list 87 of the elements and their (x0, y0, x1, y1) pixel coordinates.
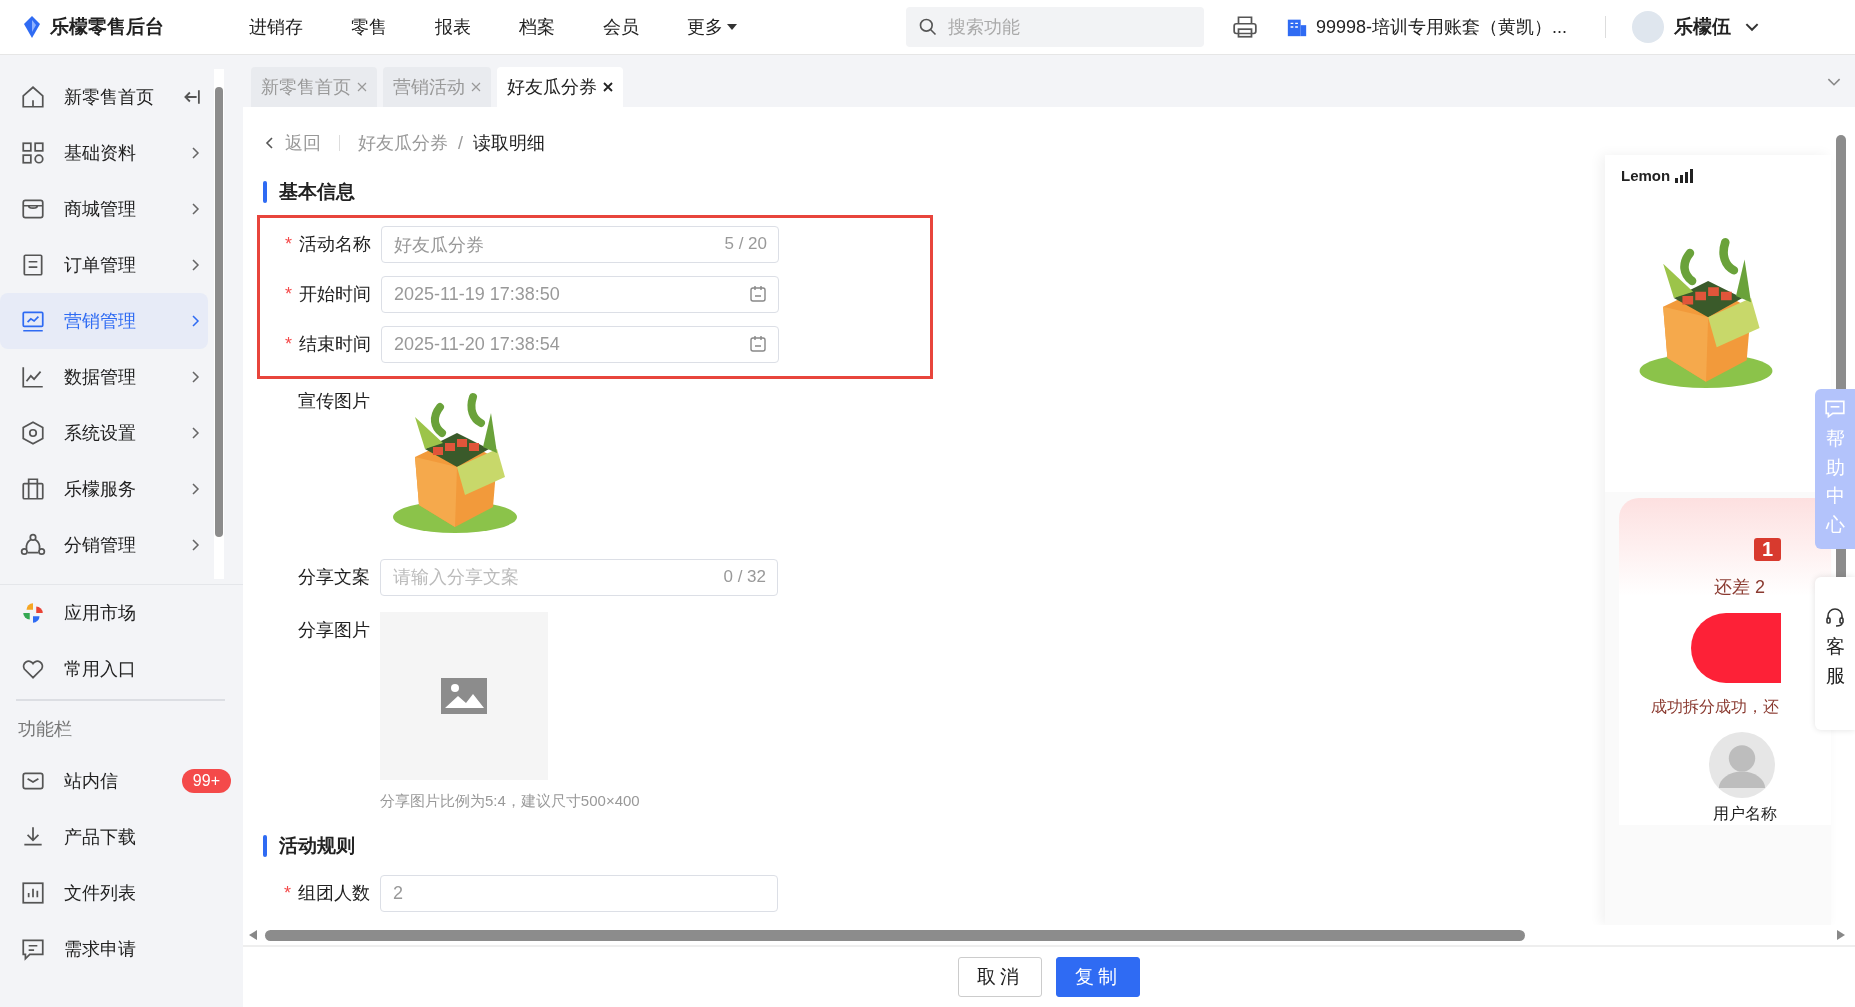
sidebar-item[interactable]: 常用入口 (0, 641, 243, 697)
brand-name: Lemon (1621, 167, 1671, 184)
nav-link[interactable]: 报表 (411, 15, 495, 39)
required-mark: * (283, 883, 291, 903)
sidebar-item[interactable]: 文件列表 (0, 865, 243, 921)
customer-service-tab[interactable]: 客服 (1815, 577, 1855, 730)
sidebar-item[interactable]: 基础资料 (0, 125, 208, 181)
field-label: 结束时间 (299, 334, 371, 354)
calendar-icon[interactable] (749, 335, 767, 353)
section-marker (263, 181, 267, 203)
calendar-icon[interactable] (749, 285, 767, 303)
character-counter: 0 / 32 (723, 567, 766, 587)
sidebar-item[interactable]: 产品下载 (0, 809, 243, 865)
sidebar-item[interactable]: 数据管理 (0, 349, 208, 405)
field-label: 活动名称 (299, 234, 371, 254)
sidebar-item[interactable]: 营销管理 (0, 293, 208, 349)
search-field[interactable]: 搜索功能 (906, 7, 1204, 47)
account-name[interactable]: 99998-培训专用账套（黄凯）... (1316, 15, 1568, 39)
nav-link[interactable]: 档案 (495, 15, 579, 39)
image-upload[interactable] (380, 612, 548, 780)
progress-text: 还差 2 (1714, 576, 1765, 599)
bar-chart-icon (20, 880, 46, 906)
monitor-icon (20, 308, 46, 334)
line-chart-icon (20, 364, 46, 390)
hint-text: 分享图片比例为5:4，建议尺寸500×400 (380, 792, 640, 811)
field-label: 开始时间 (299, 284, 371, 304)
copy-button[interactable]: 复制 (1056, 957, 1140, 997)
collapse-icon[interactable] (182, 89, 200, 105)
headset-icon (1824, 607, 1846, 627)
sidebar-item[interactable]: 系统设置 (0, 405, 208, 461)
scroll-left-icon[interactable] (249, 930, 257, 940)
breadcrumb-separator: / (458, 132, 463, 154)
chevron-left-icon (265, 137, 273, 149)
sidebar-item[interactable]: 新零售首页 (0, 69, 208, 125)
scroll-right-icon[interactable] (1837, 930, 1845, 940)
field-label: 分享图片 (298, 620, 370, 640)
sidebar-item[interactable]: 商城管理 (0, 181, 208, 237)
section-label: 功能栏 (17, 718, 73, 741)
required-mark: * (284, 234, 292, 254)
message-icon (20, 936, 46, 962)
sidebar-item[interactable]: 站内信 99+ (0, 753, 243, 809)
network-icon (20, 532, 46, 558)
pinwheel-icon (20, 600, 46, 626)
sidebar-item[interactable]: 分销管理 (0, 517, 208, 573)
scrollbar[interactable] (214, 69, 224, 579)
user-name[interactable]: 乐檬伍 (1674, 14, 1732, 40)
more-menu[interactable]: 更多 (663, 15, 761, 39)
avatar-silhouette (1709, 732, 1775, 798)
sidebar-item[interactable]: 乐檬服务 (0, 461, 208, 517)
field-label: 宣传图片 (298, 391, 370, 411)
store-icon (20, 196, 46, 222)
nav-link[interactable]: 进销存 (225, 15, 327, 39)
breadcrumb-item: 读取明细 (473, 132, 545, 155)
status-text: 成功拆分成功，还 (1651, 697, 1779, 717)
count-badge: 1 (1753, 538, 1781, 561)
nav-link[interactable]: 会员 (579, 15, 663, 39)
grid-icon (20, 140, 46, 166)
settings-icon (20, 420, 46, 446)
caret-icon (727, 24, 737, 30)
required-mark: * (284, 334, 292, 354)
required-mark: * (284, 284, 292, 304)
close-icon[interactable] (603, 82, 613, 92)
signal-icon (1674, 168, 1695, 183)
user-name: 用户名称 (1713, 804, 1777, 824)
sidebar-item[interactable]: 需求申请 (0, 921, 243, 977)
search-icon (918, 17, 938, 37)
section-title: 活动规则 (279, 834, 355, 858)
printer-icon[interactable] (1232, 14, 1258, 40)
page-tab[interactable]: 好友瓜分券 (497, 67, 623, 107)
briefcase-icon (20, 476, 46, 502)
nav-link[interactable]: 零售 (327, 15, 411, 39)
image-icon (441, 678, 487, 714)
field-label: 分享文案 (298, 567, 370, 587)
document-icon (20, 252, 46, 278)
sidebar-item[interactable]: 订单管理 (0, 237, 208, 293)
field-label: 组团人数 (298, 883, 370, 903)
app-title: 乐檬零售后台 (50, 15, 164, 39)
chat-icon (1824, 399, 1846, 419)
section-marker (263, 835, 267, 857)
section-title: 基本信息 (279, 180, 355, 204)
count-badge: 99+ (181, 769, 231, 793)
share-button[interactable] (1691, 613, 1781, 683)
home-icon (20, 84, 46, 110)
cancel-button[interactable]: 取消 (958, 957, 1042, 997)
sidebar-item[interactable]: 应用市场 (0, 585, 243, 641)
chevron-down-icon[interactable] (1745, 22, 1760, 32)
character-counter: 5 / 20 (724, 234, 767, 254)
